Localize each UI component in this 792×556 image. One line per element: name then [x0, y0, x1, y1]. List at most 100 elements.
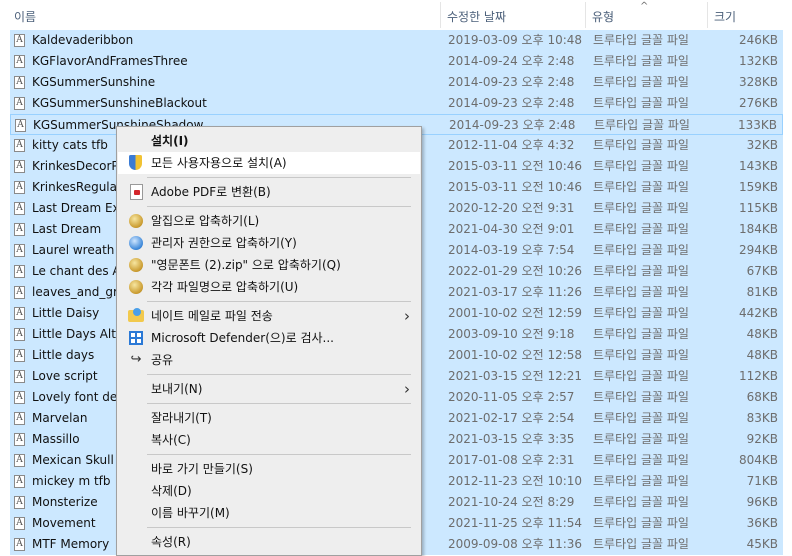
- file-date: 2015-03-11 오전 10:46: [448, 180, 583, 194]
- menu-item-label: Adobe PDF로 변환(B): [151, 185, 271, 199]
- menu-item-install-all-users[interactable]: 모든 사용자용으로 설치(A): [118, 152, 420, 174]
- menu-item-defender-scan[interactable]: Microsoft Defender(으)로 검사...: [118, 327, 420, 349]
- menu-item-label: 네이트 메일로 파일 전송: [151, 309, 273, 323]
- menu-item-label: 보내기(N): [151, 382, 203, 396]
- menu-item-send-to[interactable]: 보내기(N) ›: [118, 378, 420, 400]
- file-date: 2020-11-05 오후 2:57: [448, 390, 575, 404]
- menu-item-label: 바로 가기 만들기(S): [151, 462, 253, 476]
- file-date: 2001-10-02 오전 12:59: [448, 306, 583, 320]
- font-file-icon: A: [14, 286, 25, 299]
- file-size: 133KB: [737, 118, 777, 132]
- menu-item-label: 모든 사용자용으로 설치(A): [151, 156, 287, 170]
- file-type: 트루타입 글꼴 파일: [593, 306, 689, 320]
- menu-item-alzip-compress[interactable]: 알집으로 압축하기(L): [118, 210, 420, 232]
- font-file-icon: A: [14, 181, 25, 194]
- column-divider[interactable]: [440, 2, 441, 28]
- font-file-icon: A: [14, 538, 25, 551]
- file-type: 트루타입 글꼴 파일: [593, 432, 689, 446]
- column-header-size[interactable]: 크기: [710, 0, 790, 30]
- defender-icon: [129, 331, 143, 345]
- file-type: 트루타입 글꼴 파일: [593, 390, 689, 404]
- file-date: 2017-01-08 오후 2:31: [448, 453, 575, 467]
- menu-item-nate-mail[interactable]: 네이트 메일로 파일 전송 ›: [118, 305, 420, 327]
- uac-shield-icon: [129, 155, 142, 170]
- file-row[interactable]: A Kaldevaderibbon 2019-03-09 오후 10:48 트루타입 …: [10, 30, 783, 51]
- file-date: 2009-09-08 오후 11:36: [448, 537, 583, 551]
- file-name: Kaldevaderibbon: [32, 33, 134, 47]
- file-size: 32KB: [746, 138, 778, 152]
- menu-item-label: 관리자 권한으로 압축하기(Y): [151, 236, 297, 250]
- file-type: 트루타입 글꼴 파일: [593, 54, 689, 68]
- font-file-icon: A: [14, 160, 25, 173]
- file-date: 2021-03-15 오후 3:35: [448, 432, 575, 446]
- file-type: 트루타입 글꼴 파일: [593, 537, 689, 551]
- file-date: 2021-03-15 오전 12:21: [448, 369, 583, 383]
- column-header-date[interactable]: 수정한 날짜: [443, 0, 584, 30]
- menu-item-cut[interactable]: 잘라내기(T): [118, 407, 420, 429]
- font-file-icon: A: [14, 97, 25, 110]
- file-row[interactable]: A KGSummerSunshineBlackout 2014-09-23 오후 2…: [10, 93, 783, 114]
- file-type: 트루타입 글꼴 파일: [593, 180, 689, 194]
- menu-item-create-shortcut[interactable]: 바로 가기 만들기(S): [118, 458, 420, 480]
- file-size: 96KB: [746, 495, 778, 509]
- column-divider[interactable]: [707, 2, 708, 28]
- file-date: 2020-12-20 오전 9:31: [448, 201, 575, 215]
- menu-item-delete[interactable]: 삭제(D): [118, 480, 420, 502]
- file-type: 트루타입 글꼴 파일: [593, 159, 689, 173]
- file-row[interactable]: A KGSummerSunshine 2014-09-23 오후 2:48 트루타입 …: [10, 72, 783, 93]
- file-name: KGFlavorAndFramesThree: [32, 54, 188, 68]
- file-date: 2014-09-23 오후 2:48: [448, 96, 575, 110]
- alzip-icon: [129, 214, 143, 228]
- file-size: 804KB: [738, 453, 778, 467]
- file-type: 트루타입 글꼴 파일: [594, 118, 690, 132]
- file-name: KGSummerSunshine: [32, 75, 156, 89]
- menu-item-label: 복사(C): [151, 433, 191, 447]
- font-file-icon: A: [14, 517, 25, 530]
- menu-item-rename[interactable]: 이름 바꾸기(M): [118, 502, 420, 524]
- menu-item-label: 잘라내기(T): [151, 411, 212, 425]
- file-type: 트루타입 글꼴 파일: [593, 453, 689, 467]
- menu-item-admin-compress[interactable]: 관리자 권한으로 압축하기(Y): [118, 232, 420, 254]
- menu-item-zip-named-compress[interactable]: "영문폰트 (2).zip" 으로 압축하기(Q): [118, 254, 420, 276]
- submenu-chevron-icon: ›: [404, 380, 410, 398]
- file-size: 71KB: [746, 474, 778, 488]
- font-file-icon: A: [14, 307, 25, 320]
- file-size: 294KB: [738, 243, 778, 257]
- menu-item-share[interactable]: ↪ 공유: [118, 349, 420, 371]
- file-type: 트루타입 글꼴 파일: [593, 201, 689, 215]
- file-date: 2014-09-23 오후 2:48: [449, 118, 576, 132]
- font-file-icon: A: [14, 76, 25, 89]
- menu-item-install[interactable]: 설치(I): [118, 130, 420, 152]
- file-type: 트루타입 글꼴 파일: [593, 33, 689, 47]
- adobe-pdf-icon: [130, 184, 143, 200]
- font-file-icon: A: [14, 55, 25, 68]
- file-date: 2012-11-04 오후 4:32: [448, 138, 575, 152]
- menu-item-each-file-compress[interactable]: 각각 파일명으로 압축하기(U): [118, 276, 420, 298]
- menu-separator: [147, 527, 411, 528]
- menu-item-copy[interactable]: 복사(C): [118, 429, 420, 451]
- column-divider[interactable]: [585, 2, 586, 28]
- menu-item-label: 설치(I): [151, 134, 189, 148]
- column-header-name[interactable]: 이름: [10, 0, 440, 30]
- file-date: 2001-10-02 오전 12:58: [448, 348, 583, 362]
- menu-item-adobe-pdf[interactable]: Adobe PDF로 변환(B): [118, 181, 420, 203]
- file-size: 45KB: [746, 537, 778, 551]
- font-file-icon: A: [14, 475, 25, 488]
- alzip-icon: [129, 280, 143, 294]
- file-size: 83KB: [746, 411, 778, 425]
- file-date: 2014-09-23 오후 2:48: [448, 75, 575, 89]
- file-size: 48KB: [746, 327, 778, 341]
- menu-item-label: 삭제(D): [151, 484, 192, 498]
- file-size: 246KB: [738, 33, 778, 47]
- font-file-icon: A: [14, 202, 25, 215]
- file-type: 트루타입 글꼴 파일: [593, 75, 689, 89]
- file-type: 트루타입 글꼴 파일: [593, 348, 689, 362]
- file-date: 2012-11-23 오전 10:10: [448, 474, 583, 488]
- file-date: 2021-03-17 오후 11:26: [448, 285, 583, 299]
- file-type: 트루타입 글꼴 파일: [593, 516, 689, 530]
- file-row[interactable]: A KGFlavorAndFramesThree 2014-09-24 오후 2:4…: [10, 51, 783, 72]
- file-name: KGSummerSunshineBlackout: [32, 96, 207, 110]
- file-type: 트루타입 글꼴 파일: [593, 327, 689, 341]
- file-date: 2003-09-10 오전 9:18: [448, 327, 575, 341]
- file-size: 36KB: [746, 516, 778, 530]
